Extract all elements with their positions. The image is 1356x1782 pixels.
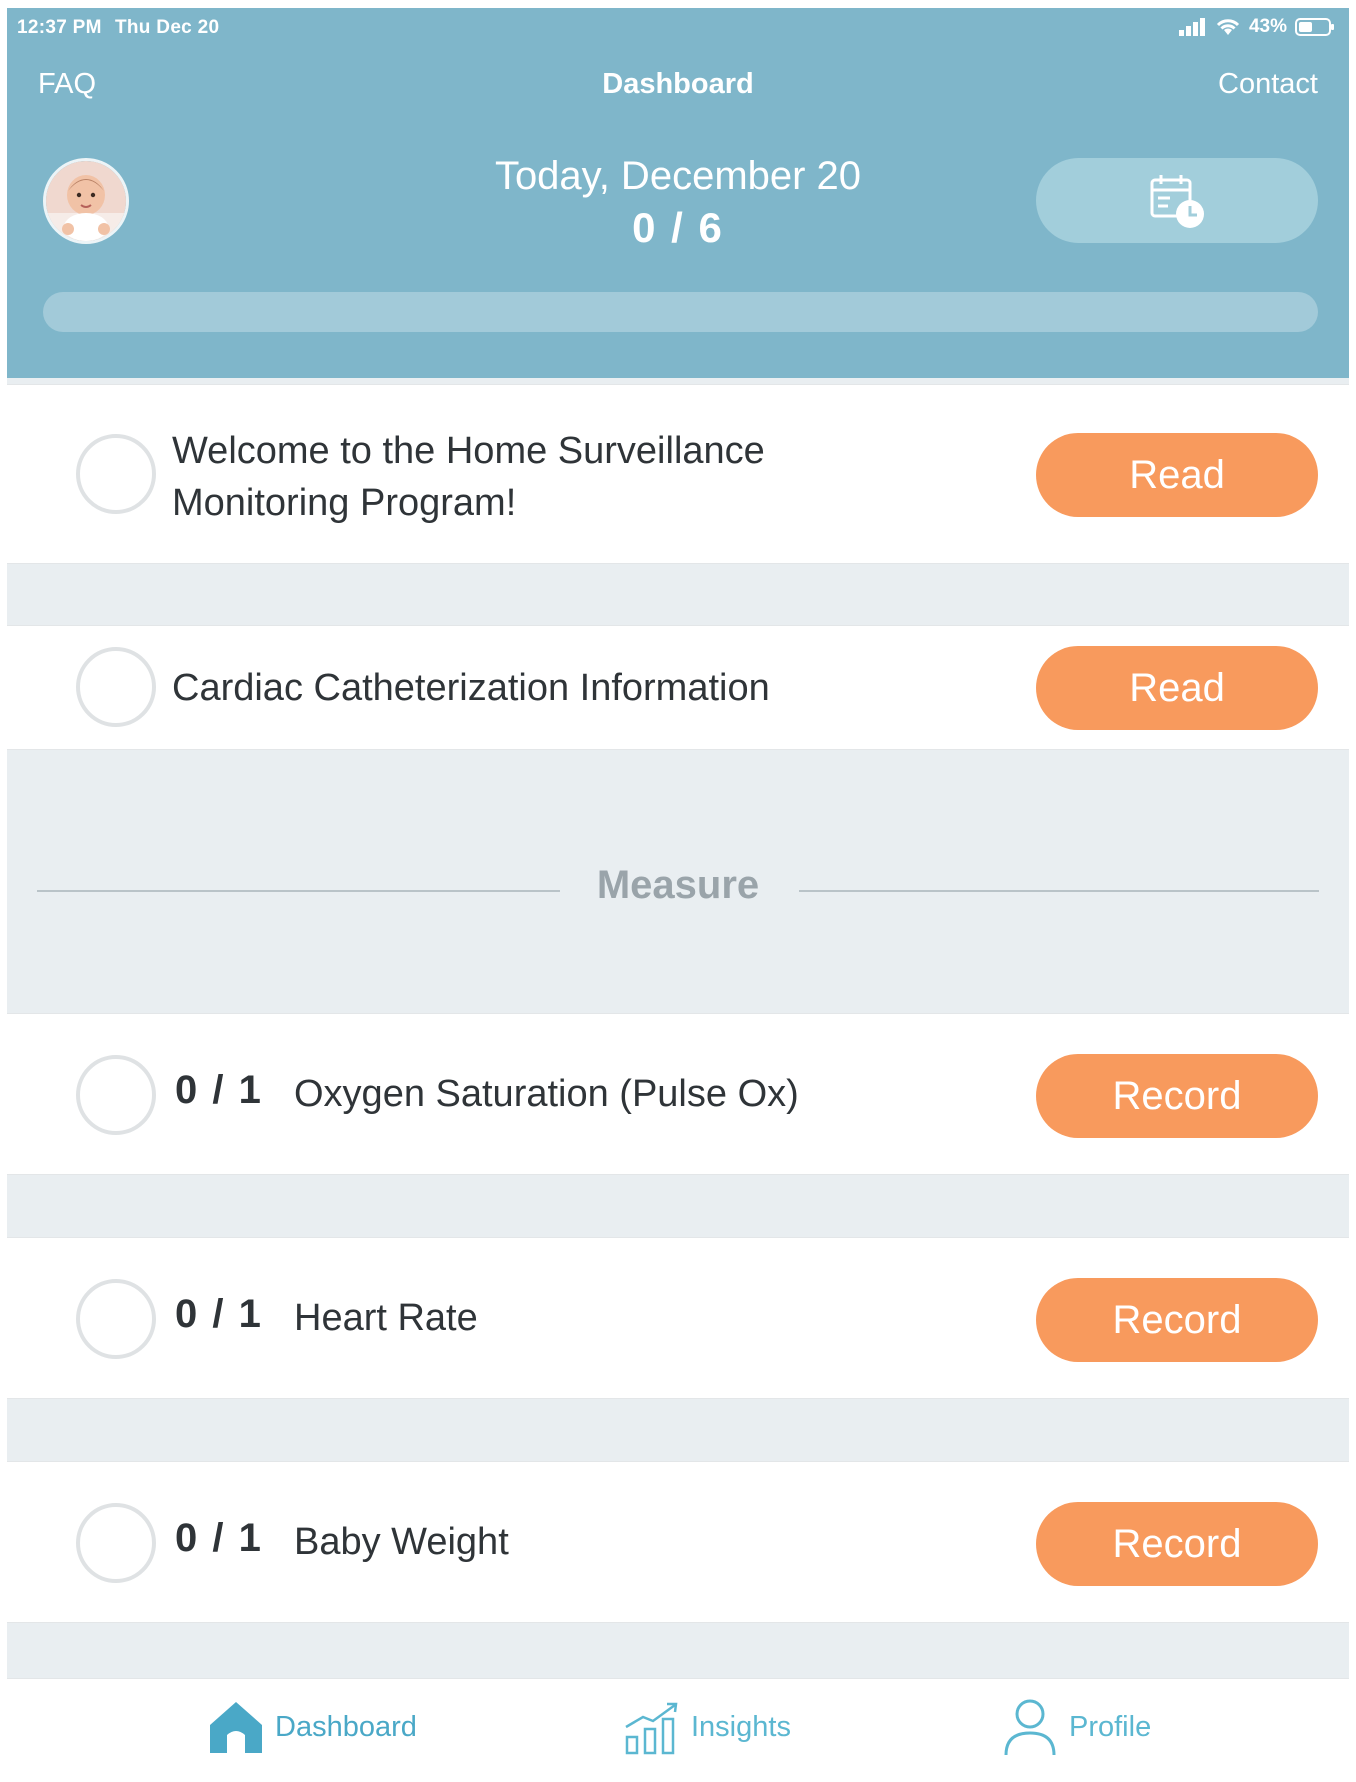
task-progress: 0 / 1 — [175, 1292, 263, 1336]
tab-label: Dashboard — [275, 1710, 417, 1743]
calendar-history-button[interactable] — [1036, 158, 1318, 243]
status-time: 12:37 PM — [17, 17, 102, 38]
task-title: Oxygen Saturation (Pulse Ox) — [294, 1073, 799, 1115]
contact-link[interactable]: Contact — [1218, 68, 1318, 101]
task-row-oxygen-saturation[interactable]: 0 / 1 Oxygen Saturation (Pulse Ox) Recor… — [7, 1013, 1349, 1175]
person-icon — [1004, 1699, 1056, 1756]
task-progress: 0 / 1 — [175, 1516, 263, 1560]
task-row-cardiac-cath[interactable]: Cardiac Catheterization Information Read — [7, 625, 1349, 750]
section-divider-right — [799, 890, 1319, 892]
task-progress: 0 / 1 — [175, 1068, 263, 1112]
status-indicators: 43% — [1178, 16, 1335, 38]
status-date: Thu Dec 20 — [115, 17, 220, 38]
battery-percent: 43% — [1248, 16, 1287, 37]
page-title: Dashboard — [602, 68, 754, 100]
completion-checkbox[interactable] — [76, 1279, 156, 1359]
task-title: Cardiac Catheterization Information — [172, 667, 770, 709]
battery-icon — [1295, 18, 1334, 36]
task-row-welcome[interactable]: Welcome to the Home Surveillance Monitor… — [7, 384, 1349, 564]
task-row-heart-rate[interactable]: 0 / 1 Heart Rate Record — [7, 1237, 1349, 1399]
task-title-line1: Welcome to the Home Surveillance — [172, 430, 765, 472]
task-row-baby-weight[interactable]: 0 / 1 Baby Weight Record — [7, 1461, 1349, 1623]
task-title: Welcome to the Home Surveillance Monitor… — [172, 425, 765, 529]
record-button[interactable]: Record — [1036, 1502, 1318, 1586]
calendar-clock-icon — [1150, 174, 1204, 228]
task-title: Baby Weight — [294, 1521, 509, 1563]
read-button[interactable]: Read — [1036, 433, 1318, 517]
tab-insights[interactable]: Insights — [623, 1679, 791, 1774]
signal-icon — [1178, 18, 1205, 36]
completion-checkbox[interactable] — [76, 1503, 156, 1583]
daily-progress-bar — [43, 292, 1318, 332]
task-title-line2: Monitoring Program! — [172, 482, 517, 524]
home-icon — [210, 1702, 262, 1753]
read-button[interactable]: Read — [1036, 646, 1318, 730]
completion-checkbox[interactable] — [76, 434, 156, 514]
tab-profile[interactable]: Profile — [1001, 1679, 1151, 1774]
chart-icon — [625, 1702, 678, 1755]
completion-checkbox[interactable] — [76, 1055, 156, 1135]
app-frame: 12:37 PM Thu Dec 20 43% FAQ Dashboard Co… — [7, 8, 1349, 1774]
tab-bar: Dashboard Insights Profile — [7, 1678, 1349, 1774]
wifi-icon — [1216, 19, 1240, 35]
completion-checkbox[interactable] — [76, 647, 156, 727]
task-title: Heart Rate — [294, 1297, 478, 1339]
tab-label: Profile — [1069, 1710, 1152, 1743]
tab-label: Insights — [691, 1710, 791, 1743]
section-label-measure: Measure — [596, 863, 760, 907]
record-button[interactable]: Record — [1036, 1278, 1318, 1362]
tab-dashboard[interactable]: Dashboard — [207, 1679, 417, 1774]
dashboard-header: 12:37 PM Thu Dec 20 43% FAQ Dashboard Co… — [7, 8, 1349, 378]
record-button[interactable]: Record — [1036, 1054, 1318, 1138]
